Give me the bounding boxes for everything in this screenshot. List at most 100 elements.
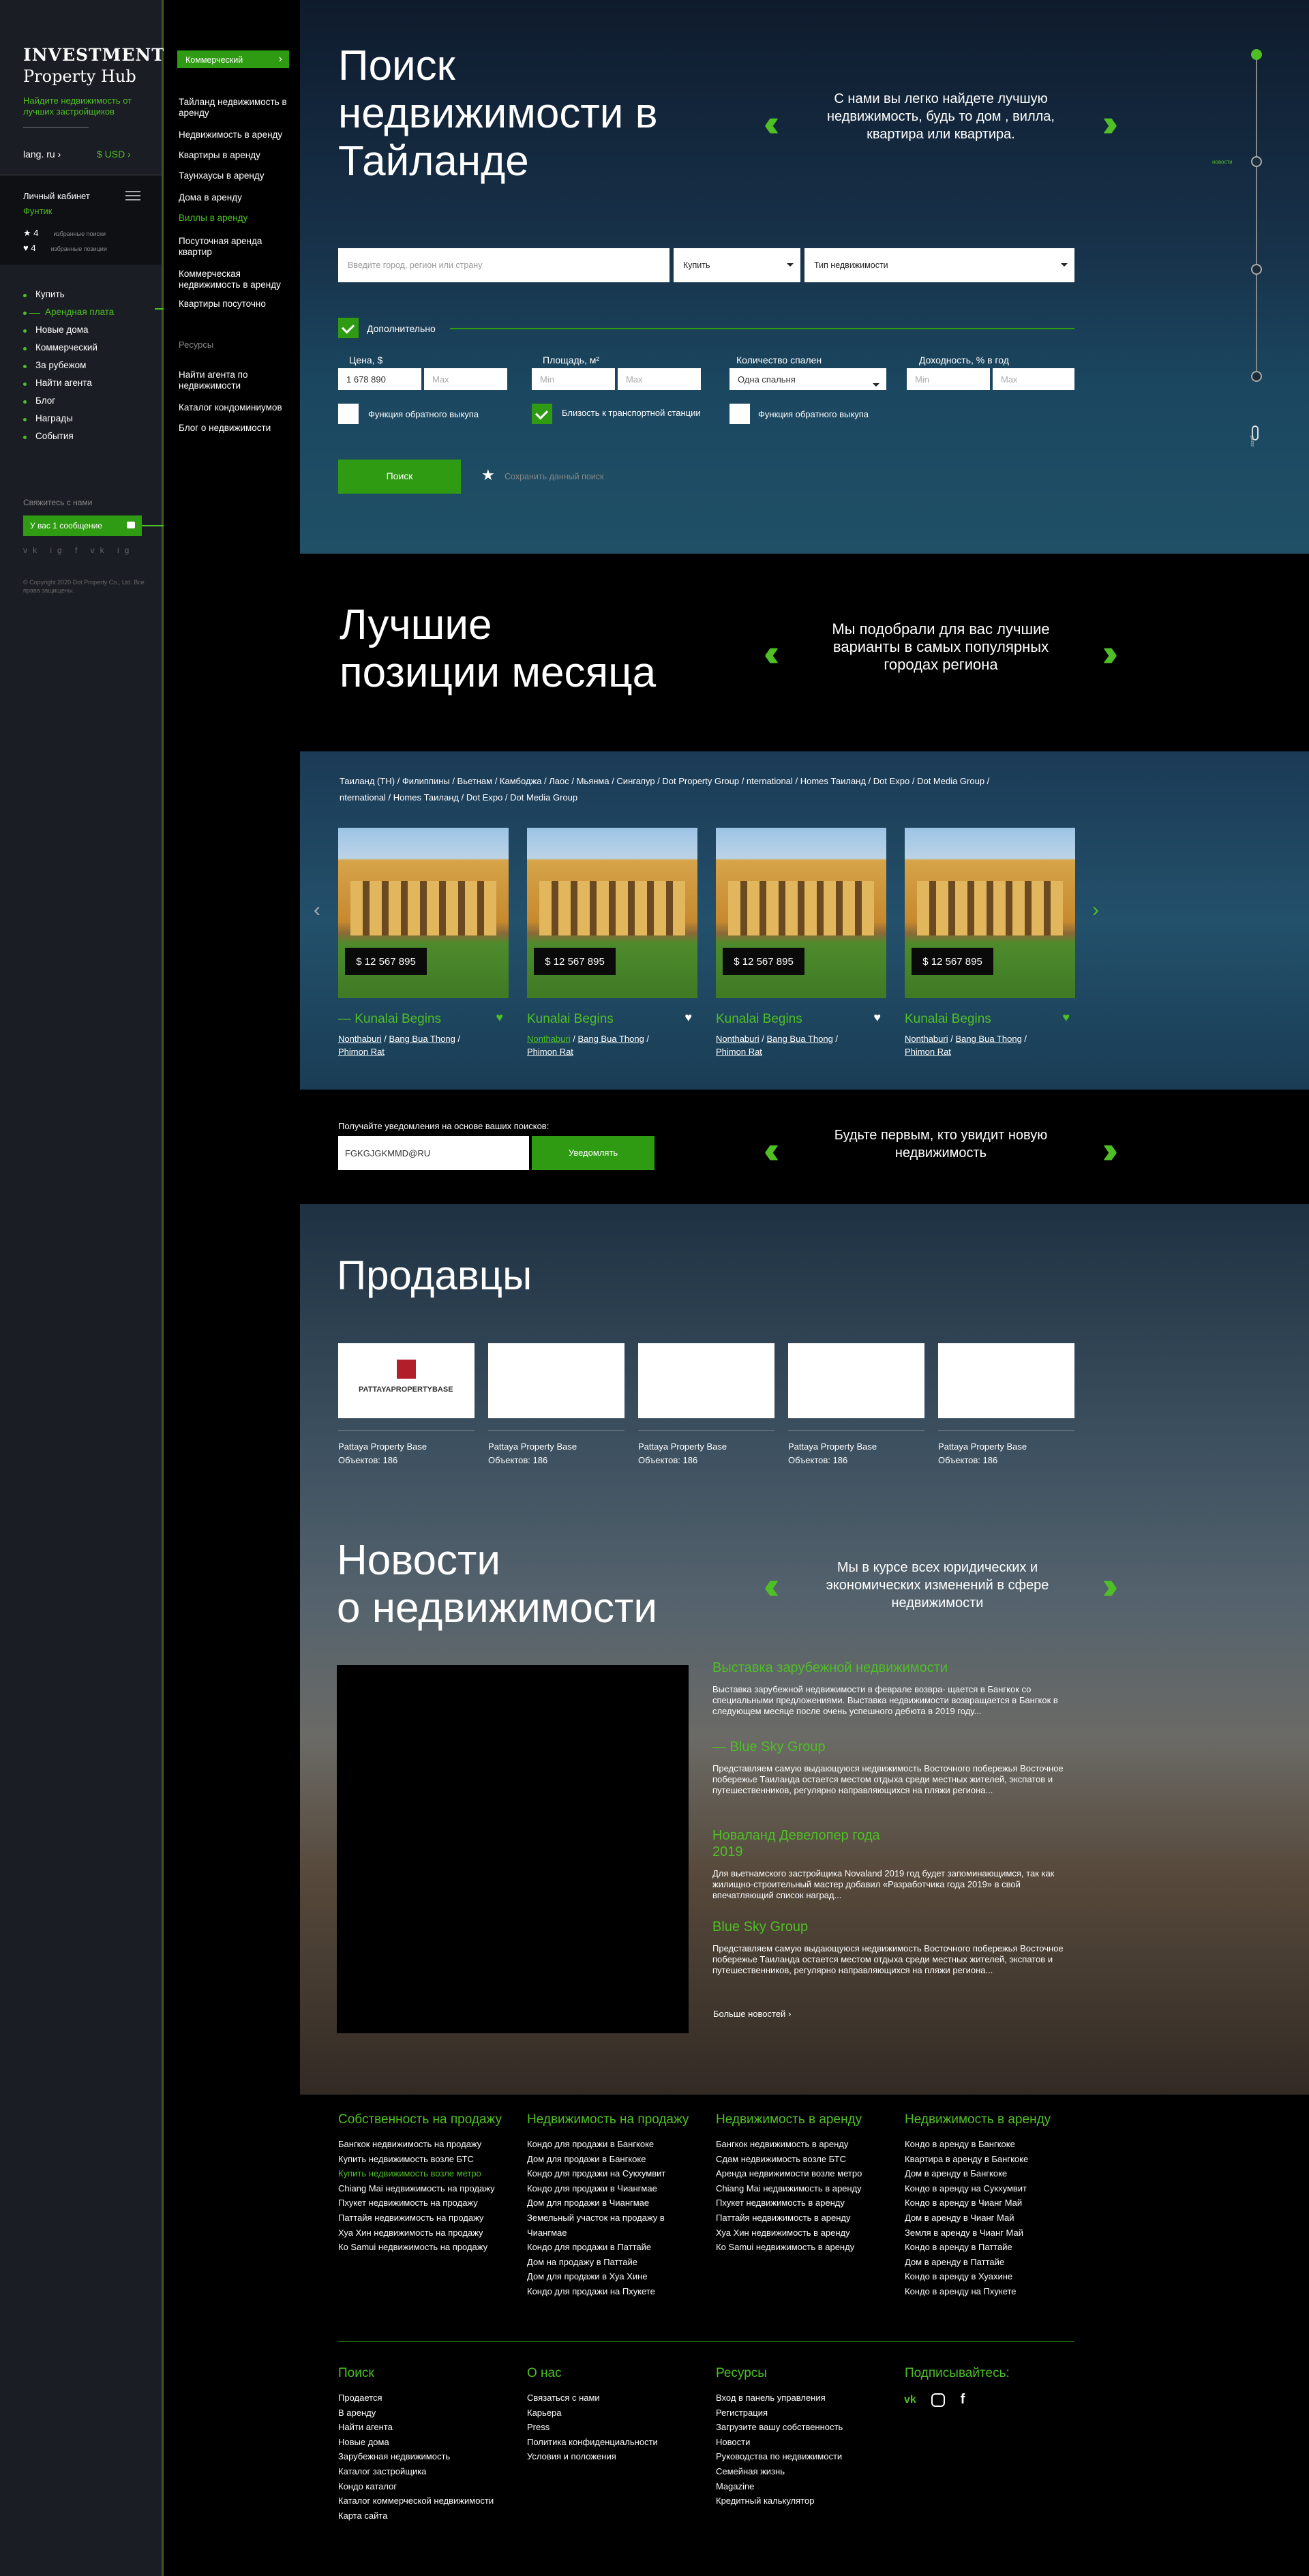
news-item[interactable]: Новаланд Девелопер года 2019 Для вьетнамс… [712,1827,1067,1901]
footer-link[interactable]: Кредитный калькулятор [716,2493,893,2508]
footer-link[interactable]: Бангкок недвижимость на продажу [338,2137,515,2152]
brand-logo-sub[interactable]: Property Hub [23,67,136,86]
footer-link[interactable]: Паттайя недвижимость на продажу [338,2211,515,2226]
notify-email-input[interactable]: FGKGJGKMMD@RU [338,1136,529,1170]
footer-link[interactable]: Сдам недвижимость возле БТС [716,2152,893,2167]
footer-link[interactable]: Дом в аренду в Чианг Май [905,2211,1082,2226]
news-item[interactable]: Blue Sky Group Представляем самую выдающу… [712,1919,1067,1976]
footer-link[interactable]: Найти агента [338,2420,515,2435]
vk-icon[interactable]: vk [904,2394,916,2406]
footer-link[interactable]: Вход в панель управления [716,2391,893,2406]
search-button[interactable]: Поиск [338,460,461,494]
footer-link[interactable]: Кондо в аренду в Чианг Май [905,2196,1082,2211]
footer-link[interactable]: Chiang Mai недвижимость в аренду [716,2181,893,2196]
timeline-node[interactable] [1251,371,1262,382]
favorite-searches[interactable]: ★ 4 избранные поиски [23,228,106,239]
property-type-select[interactable]: Тип недвижимости [804,248,1074,282]
location-search-input[interactable]: Введите город, регион или страну [338,248,669,282]
submenu-item[interactable]: Коммерческая недвижимость в аренду [179,269,295,290]
footer-link[interactable]: Кондо в аренду в Хуахине [905,2269,1082,2284]
footer-link[interactable]: Карта сайта [338,2508,515,2523]
more-filters-toggle[interactable] [338,318,359,338]
timeline-node[interactable] [1251,264,1262,275]
property-card[interactable]: $ 12 567 895 — Kunalai Begins ♥ Nonthaburi … [338,828,509,1094]
footer-link[interactable]: Связаться с нами [527,2391,704,2406]
user-name[interactable]: Фунтик [23,206,52,216]
yield-max-input[interactable]: Max [993,368,1074,390]
news-image[interactable] [337,1665,689,2033]
footer-link[interactable]: Ко Samui недвижимость на продажу [338,2240,515,2255]
submenu-resource[interactable]: Найти агента по недвижимости [179,370,295,391]
breadcrumb[interactable]: Таиланд (TH) / Филиппины / Вьетнам / Кам… [340,773,1096,806]
submenu-resource[interactable]: Блог о недвижимости [179,423,295,434]
area-min-input[interactable]: Min [532,368,615,390]
news-item[interactable]: Выставка зарубежной недвижимости Выставка… [712,1660,1067,1717]
buyback-checkbox[interactable] [338,404,359,424]
submenu-commercial-button[interactable]: Коммерческий [177,50,289,68]
submenu-item[interactable]: Дома в аренду [179,192,295,203]
price-min-input[interactable]: 1 678 890 [338,368,421,390]
heart-icon[interactable]: ♥ [684,1010,692,1025]
property-name[interactable]: Kunalai Begins [905,1012,991,1027]
news-item-title[interactable]: — Blue Sky Group [712,1739,1067,1755]
footer-link[interactable]: Хуа Хин недвижимость на продажу [338,2226,515,2241]
footer-link[interactable]: В аренду [338,2406,515,2421]
property-name[interactable]: Kunalai Begins [527,1012,614,1027]
heart-icon[interactable]: ♥ [1062,1010,1070,1025]
star-icon[interactable]: ★ [481,466,495,484]
nav-item-commercial[interactable]: Коммерческий [23,342,114,360]
footer-link[interactable]: Ко Samui недвижимость в аренду [716,2240,893,2255]
footer-link[interactable]: Кондо каталог [338,2479,515,2494]
property-name[interactable]: — Kunalai Begins [338,1012,441,1027]
nav-item-awards[interactable]: Награды [23,413,114,431]
carousel-next-icon[interactable]: › [1092,899,1099,922]
footer-link[interactable]: Аренда недвижимости возле метро [716,2166,893,2181]
submenu-item[interactable]: Посуточная аренда квартир [179,236,295,258]
footer-link[interactable]: Новые дома [338,2435,515,2450]
heart-icon[interactable]: ♥ [496,1010,503,1025]
brand-logo[interactable]: INVESTMENT [23,45,165,65]
nav-item-buy[interactable]: Купить [23,289,114,307]
language-select[interactable]: lang. ru › [23,149,61,160]
footer-link[interactable]: Пхукет недвижимость на продажу [338,2196,515,2211]
footer-link[interactable]: Каталог коммерческой недвижимости [338,2493,515,2508]
footer-link[interactable]: Кондо в аренду на Сукхумвит [905,2181,1082,2196]
submenu-item[interactable]: Таунхаусы в аренду [179,170,295,181]
footer-link[interactable]: Зарубежная недвижимость [338,2449,515,2464]
footer-link[interactable]: Chiang Mai недвижимость на продажу [338,2181,515,2196]
menu-icon[interactable] [125,191,140,200]
footer-link[interactable]: Пхукет недвижимость в аренду [716,2196,893,2211]
submenu-item[interactable]: Квартиры в аренду [179,150,295,161]
footer-link[interactable]: Земельный участок на продажу в Чиангмае [527,2211,704,2240]
footer-link[interactable]: Кондо для продажи на Пхукете [527,2284,704,2299]
more-news-link[interactable]: Больше новостей › [713,2009,791,2019]
footer-link[interactable]: Семейная жизнь [716,2464,893,2479]
footer-link[interactable]: Кондо для продажи в Паттайе [527,2240,704,2255]
submenu-resource[interactable]: Каталог кондоминиумов [179,402,295,413]
footer-link[interactable]: Политика конфиденциальности [527,2435,704,2450]
nav-item-events[interactable]: События [23,431,114,449]
submenu-item[interactable]: Недвижимость в аренду [179,130,295,140]
property-name[interactable]: Kunalai Begins [716,1012,802,1027]
seller-logo[interactable] [788,1343,924,1418]
footer-link[interactable]: Кондо в аренду в Паттайе [905,2240,1082,2255]
footer-link[interactable]: Кондо в аренду на Пхукете [905,2284,1082,2299]
price-max-input[interactable]: Max [424,368,507,390]
notify-button[interactable]: Уведомлять [532,1136,654,1170]
seller-logo[interactable]: PATTAYAPROPERTYBASE [338,1343,475,1418]
save-search-link[interactable]: Сохранить данный поиск [505,472,604,481]
bedrooms-select[interactable]: Одна спальня [729,368,886,390]
account-link[interactable]: Личный кабинет [23,191,90,201]
footer-link[interactable]: Загрузите вашу собственность [716,2420,893,2435]
footer-link[interactable]: Кондо для продажи в Бангкоке [527,2137,704,2152]
nav-item-rent[interactable]: Арендная плата [23,307,114,325]
news-item-title[interactable]: Выставка зарубежной недвижимости [712,1660,1067,1676]
footer-link[interactable]: Press [527,2420,704,2435]
footer-link[interactable]: Паттайя недвижимость в аренду [716,2211,893,2226]
footer-link[interactable]: Magazine [716,2479,893,2494]
social-icons[interactable]: vk ig f vk ig [23,545,134,555]
footer-link[interactable]: Дом на продажу в Паттайе [527,2255,704,2270]
deal-type-select[interactable]: Купить [674,248,800,282]
nav-item-overseas[interactable]: За рубежом [23,360,114,378]
footer-link[interactable]: Земля в аренду в Чианг Май [905,2226,1082,2241]
